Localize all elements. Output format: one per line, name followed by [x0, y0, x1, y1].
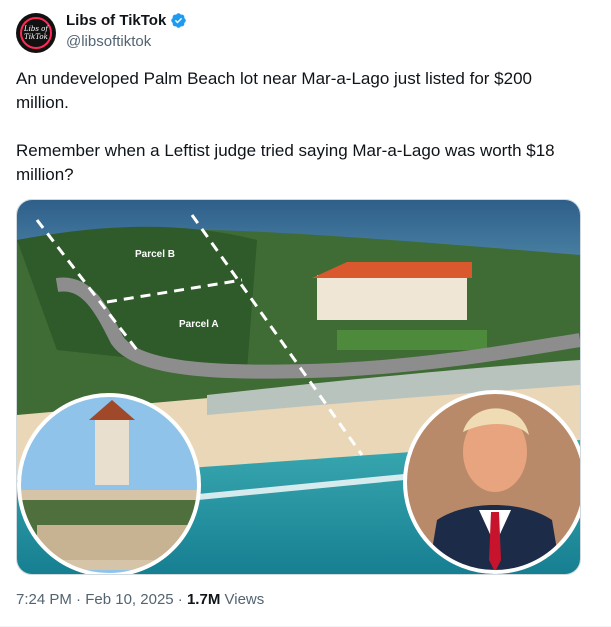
mansion [317, 275, 467, 320]
tweet-date[interactable]: Feb 10, 2025 [85, 591, 173, 608]
tweet-media[interactable]: Parcel B Parcel A [16, 199, 581, 575]
lawn [337, 330, 487, 350]
author-handle[interactable]: @libsoftiktok [66, 33, 151, 50]
avatar[interactable]: Libs of TikTok [16, 13, 56, 53]
meta-separator: · [177, 591, 183, 608]
meta-separator: · [76, 591, 82, 608]
parcel-a-label: Parcel A [179, 319, 219, 330]
author-name-row[interactable]: Libs of TikTok [66, 12, 187, 29]
media-image: Parcel B Parcel A [17, 200, 580, 574]
avatar-text: Libs of TikTok [24, 25, 48, 41]
verified-badge-icon[interactable] [170, 12, 187, 29]
tweet-text: An undeveloped Palm Beach lot near Mar-a… [16, 69, 555, 184]
views-label: Views [224, 591, 265, 608]
tweet-time[interactable]: 7:24 PM [16, 591, 72, 608]
parcel-b-label: Parcel B [135, 249, 175, 260]
author-display-name[interactable]: Libs of TikTok [66, 12, 166, 29]
views-count[interactable]: 1.7M [187, 591, 220, 608]
tweet-meta: 7:24 PM · Feb 10, 2025 · 1.7M Views [16, 591, 264, 608]
